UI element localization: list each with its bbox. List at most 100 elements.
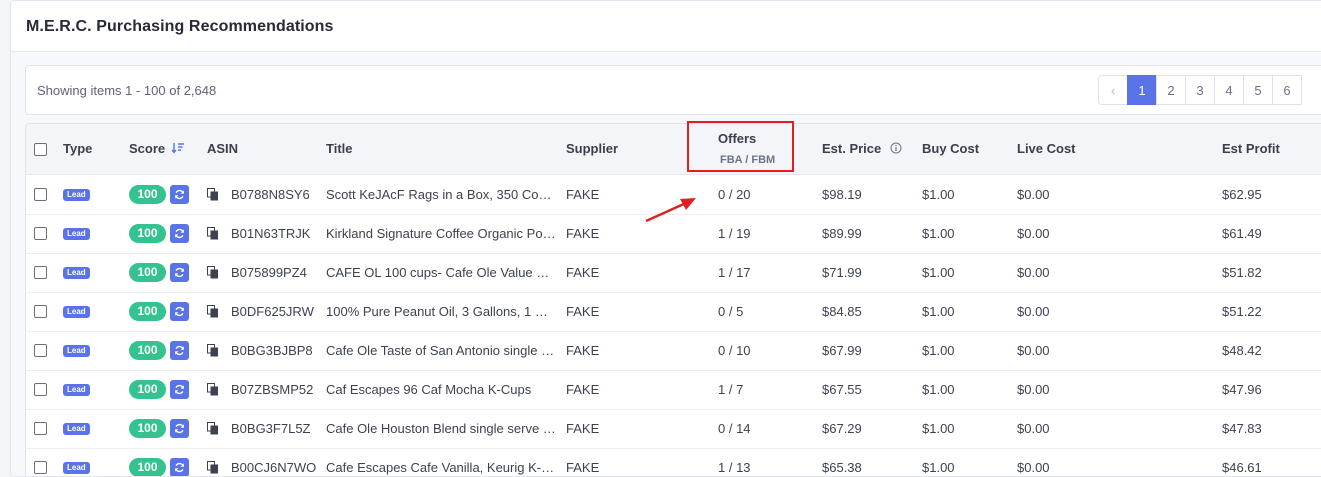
buy-cost-cell: $1.00 <box>922 226 955 241</box>
score-badge: 100 <box>129 458 166 476</box>
row-checkbox[interactable] <box>34 227 47 240</box>
refresh-score-button[interactable] <box>170 224 189 243</box>
pagination-page-5[interactable]: 5 <box>1243 75 1273 105</box>
copy-icon[interactable] <box>207 422 219 435</box>
supplier-cell: FAKE <box>566 265 600 280</box>
refresh-score-button[interactable] <box>170 263 189 282</box>
copy-icon[interactable] <box>207 188 219 201</box>
column-score-label: Score <box>129 141 166 156</box>
row-checkbox[interactable] <box>34 422 47 435</box>
table-row[interactable]: Lead 100 B0DF625JRW 100% Pure Peanut Oil, 3… <box>26 292 1321 332</box>
refresh-icon <box>175 306 184 317</box>
asin-cell[interactable]: B075899PZ4 <box>231 265 307 280</box>
pagination-page-4[interactable]: 4 <box>1214 75 1244 105</box>
type-badge: Lead <box>63 423 90 435</box>
supplier-cell: FAKE <box>566 382 600 397</box>
title-cell[interactable]: 100% Pure Peanut Oil, 3 Gallons, 1 Pack <box>326 304 556 319</box>
supplier-cell: FAKE <box>566 304 600 319</box>
supplier-cell: FAKE <box>566 226 600 241</box>
select-all-checkbox[interactable] <box>34 143 47 156</box>
pagination-page-3[interactable]: 3 <box>1185 75 1215 105</box>
score-badge: 100 <box>129 380 166 399</box>
title-cell[interactable]: Cafe Escapes Cafe Vanilla, Keurig K-Cups <box>326 460 556 475</box>
row-checkbox[interactable] <box>34 461 47 474</box>
pagination-page-2[interactable]: 2 <box>1156 75 1186 105</box>
score-badge: 100 <box>129 224 166 243</box>
column-est-profit[interactable]: Est Profit <box>1222 141 1280 156</box>
score-badge: 100 <box>129 419 166 438</box>
copy-icon[interactable] <box>207 227 219 240</box>
title-cell[interactable]: Caf Escapes 96 Caf Mocha K-Cups <box>326 382 556 397</box>
pagination-page-1[interactable]: 1 <box>1127 75 1157 105</box>
refresh-score-button[interactable] <box>170 185 189 204</box>
copy-icon[interactable] <box>207 305 219 318</box>
offers-cell: 0 / 20 <box>718 187 751 202</box>
copy-icon[interactable] <box>207 344 219 357</box>
column-title[interactable]: Title <box>326 141 353 156</box>
offers-highlight-annotation <box>687 121 794 172</box>
row-checkbox[interactable] <box>34 188 47 201</box>
title-cell[interactable]: Cafe Ole Taste of San Antonio single ser… <box>326 343 556 358</box>
est-price-cell: $89.99 <box>822 226 862 241</box>
copy-icon[interactable] <box>207 461 219 474</box>
table-row[interactable]: Lead 100 B0BG3F7L5Z Cafe Ole Houston Blend … <box>26 409 1321 449</box>
sort-desc-icon[interactable] <box>171 142 185 154</box>
refresh-icon <box>175 384 184 395</box>
annotation-arrow-icon <box>645 198 696 223</box>
column-asin[interactable]: ASIN <box>207 141 238 156</box>
title-cell[interactable]: CAFE OL 100 cups- Cafe Ole Value Pack <box>326 265 556 280</box>
live-cost-cell: $0.00 <box>1017 265 1050 280</box>
recommendations-table: Type Score ASIN Title Supplier Offers FB… <box>25 123 1321 476</box>
live-cost-cell: $0.00 <box>1017 382 1050 397</box>
est-profit-cell: $47.83 <box>1222 421 1262 436</box>
column-supplier[interactable]: Supplier <box>566 141 618 156</box>
refresh-icon <box>175 462 184 473</box>
table-row[interactable]: Lead 100 B075899PZ4 CAFE OL 100 cups- Cafe … <box>26 253 1321 293</box>
row-checkbox[interactable] <box>34 266 47 279</box>
column-type[interactable]: Type <box>63 141 92 156</box>
asin-cell[interactable]: B00CJ6N7WO <box>231 460 316 475</box>
refresh-icon <box>175 267 184 278</box>
asin-cell[interactable]: B0DF625JRW <box>231 304 314 319</box>
type-badge: Lead <box>63 189 90 201</box>
table-row[interactable]: Lead 100 B07ZBSMP52 Caf Escapes 96 Caf Moch… <box>26 370 1321 410</box>
column-score[interactable]: Score <box>129 141 185 156</box>
info-icon[interactable] <box>890 142 902 154</box>
score-badge: 100 <box>129 302 166 321</box>
refresh-score-button[interactable] <box>170 341 189 360</box>
pagination-page-6[interactable]: 6 <box>1272 75 1302 105</box>
title-cell[interactable]: Kirkland Signature Coffee Organic Pods <box>326 226 556 241</box>
column-est-price[interactable]: Est. Price <box>822 141 881 156</box>
table-row[interactable]: Lead 100 B00CJ6N7WO Cafe Escapes Cafe Vanil… <box>26 448 1321 476</box>
est-price-cell: $67.99 <box>822 343 862 358</box>
asin-cell[interactable]: B0BG3BJBP8 <box>231 343 313 358</box>
asin-cell[interactable]: B0BG3F7L5Z <box>231 421 311 436</box>
buy-cost-cell: $1.00 <box>922 343 955 358</box>
refresh-score-button[interactable] <box>170 380 189 399</box>
title-cell[interactable]: Scott KeJAcF Rags in a Box, 350 Count <box>326 187 556 202</box>
refresh-score-button[interactable] <box>170 419 189 438</box>
live-cost-cell: $0.00 <box>1017 343 1050 358</box>
refresh-score-button[interactable] <box>170 458 189 476</box>
row-checkbox[interactable] <box>34 305 47 318</box>
asin-cell[interactable]: B0788N8SY6 <box>231 187 310 202</box>
table-row[interactable]: Lead 100 B0BG3BJBP8 Cafe Ole Taste of San A… <box>26 331 1321 371</box>
supplier-cell: FAKE <box>566 460 600 475</box>
row-checkbox[interactable] <box>34 344 47 357</box>
asin-cell[interactable]: B01N63TRJK <box>231 226 310 241</box>
copy-icon[interactable] <box>207 266 219 279</box>
live-cost-cell: $0.00 <box>1017 187 1050 202</box>
live-cost-cell: $0.00 <box>1017 460 1050 475</box>
offers-cell: 1 / 7 <box>718 382 744 397</box>
refresh-icon <box>175 228 184 239</box>
copy-icon[interactable] <box>207 383 219 396</box>
row-checkbox[interactable] <box>34 383 47 396</box>
title-cell[interactable]: Cafe Ole Houston Blend single serve cups <box>326 421 556 436</box>
pagination-prev-button[interactable]: ‹ <box>1098 75 1128 105</box>
column-buy-cost[interactable]: Buy Cost <box>922 141 979 156</box>
est-price-cell: $98.19 <box>822 187 862 202</box>
refresh-score-button[interactable] <box>170 302 189 321</box>
column-live-cost[interactable]: Live Cost <box>1017 141 1076 156</box>
offers-cell: 1 / 19 <box>718 226 751 241</box>
asin-cell[interactable]: B07ZBSMP52 <box>231 382 313 397</box>
